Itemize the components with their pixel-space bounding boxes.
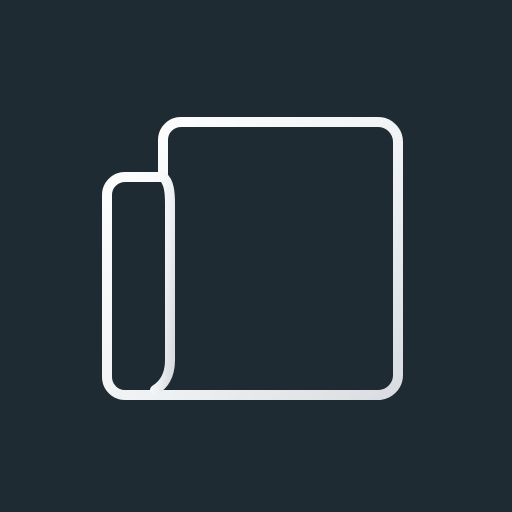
- newspaper-app-icon[interactable]: [0, 0, 512, 512]
- newspaper-icon: [0, 0, 512, 512]
